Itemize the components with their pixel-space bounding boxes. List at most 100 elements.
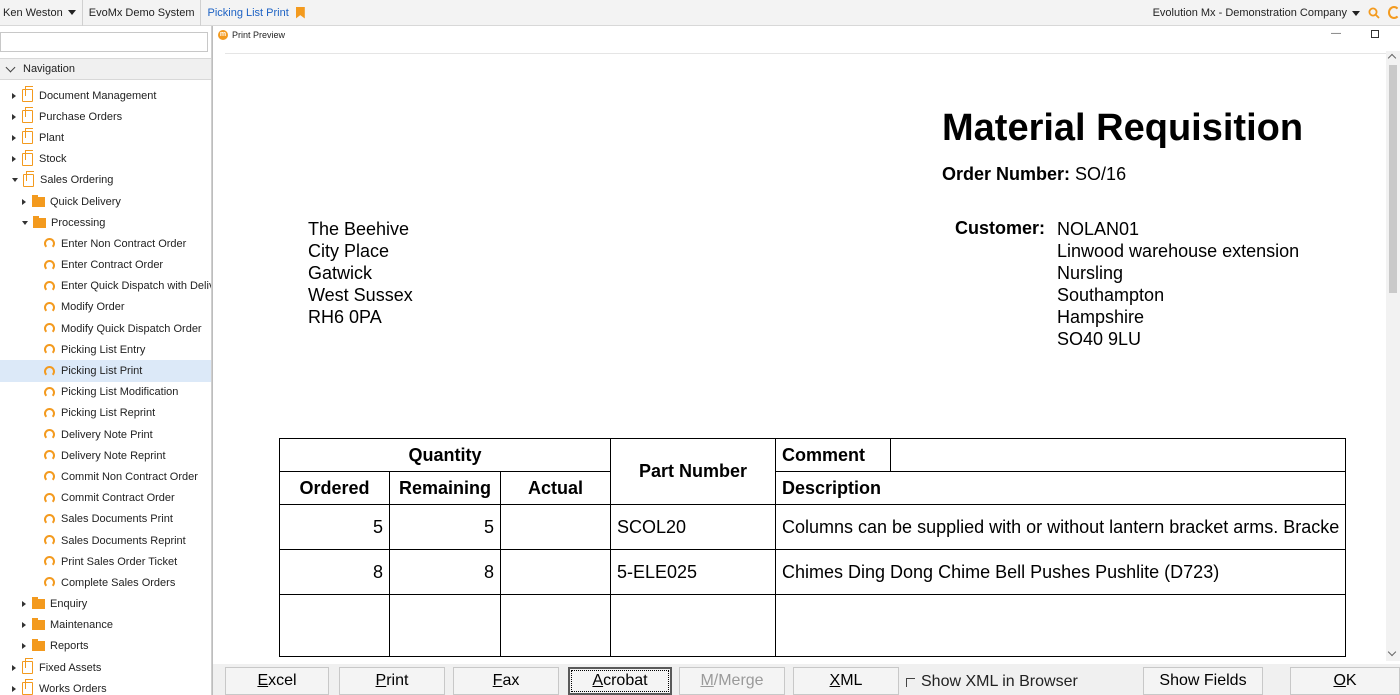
user-menu[interactable]: Ken Weston <box>0 0 83 26</box>
customer-line: NOLAN01 <box>1057 219 1140 239</box>
empty-cell <box>389 594 501 657</box>
collapse-arrow-icon[interactable] <box>12 178 18 183</box>
expand-arrow-icon[interactable] <box>12 156 16 163</box>
mail-merge-button[interactable]: M/Merge <box>679 667 785 695</box>
ok-button[interactable]: OK <box>1290 667 1400 695</box>
order-number: Order Number: SO/16 <box>942 164 1126 185</box>
maximize-button[interactable] <box>1371 30 1379 38</box>
acrobat-shortcut: A <box>592 672 604 689</box>
fax-label: ax <box>502 672 520 689</box>
company-name: Evolution Mx - Demonstration Company <box>1152 7 1347 19</box>
table-row: 5 5 SCOL20 Columns can be supplied with … <box>279 504 1347 550</box>
scroll-down-icon[interactable] <box>1387 647 1397 657</box>
nav-item[interactable]: Stock <box>0 149 211 170</box>
nav-item[interactable]: Enter Quick Dispatch with Deliv... <box>0 276 212 297</box>
top-bar: Ken Weston EvoMx Demo System Picking Lis… <box>0 0 1400 26</box>
expand-arrow-icon[interactable] <box>12 113 16 120</box>
print-preview-window: m Print Preview — Material Requisition O… <box>212 26 1400 695</box>
nav-item[interactable]: Plant <box>0 127 211 148</box>
expand-arrow-icon[interactable] <box>22 622 26 629</box>
table-row <box>279 594 1347 657</box>
address-line: The Beehive <box>308 219 410 239</box>
nav-item[interactable]: Sales Ordering <box>0 170 211 191</box>
remaining-cell: 8 <box>389 549 501 595</box>
nav-item[interactable]: Works Orders <box>0 678 211 695</box>
nav-item[interactable]: Complete Sales Orders <box>0 572 211 593</box>
expand-arrow-icon[interactable] <box>22 643 26 650</box>
expand-arrow-icon[interactable] <box>12 92 16 99</box>
bookmark-icon[interactable] <box>295 6 305 19</box>
nav-item[interactable]: Enter Non Contract Order <box>0 233 211 254</box>
nav-item-label: Maintenance <box>50 619 113 632</box>
nav-item[interactable]: Purchase Orders <box>0 106 211 127</box>
nav-item[interactable]: Commit Non Contract Order <box>0 466 211 487</box>
show-xml-checkbox[interactable]: Show XML in Browser <box>906 673 1078 691</box>
ordered-cell: 5 <box>279 504 390 550</box>
part-number-header: Part Number <box>610 438 776 505</box>
nav-item[interactable]: Document Management <box>0 85 211 106</box>
nav-item[interactable]: Reports <box>0 636 211 657</box>
print-button[interactable]: Print <box>339 667 445 695</box>
system-name[interactable]: EvoMx Demo System <box>83 0 202 26</box>
folder-icon <box>32 639 45 652</box>
vertical-scrollbar[interactable] <box>1386 51 1400 661</box>
nav-item[interactable]: Modify Order <box>0 297 211 318</box>
nav-search-input[interactable] <box>0 32 208 52</box>
nav-item[interactable]: Delivery Note Print <box>0 424 211 445</box>
customer-line: Hampshire <box>1057 307 1145 327</box>
task-icon <box>44 344 55 356</box>
nav-item-label: Delivery Note Reprint <box>61 449 166 462</box>
collapse-arrow-icon[interactable] <box>22 220 28 225</box>
nav-item[interactable]: Commit Contract Order <box>0 488 211 509</box>
nav-item[interactable]: Processing <box>0 212 211 233</box>
navigation-header[interactable]: Navigation <box>0 58 211 80</box>
search-icon[interactable] <box>1368 7 1380 19</box>
nav-item[interactable]: Delivery Note Reprint <box>0 445 211 466</box>
excel-button[interactable]: Excel <box>225 667 329 695</box>
help-icon[interactable] <box>1388 6 1400 19</box>
nav-item[interactable]: Sales Documents Reprint <box>0 530 211 551</box>
document-icon <box>22 86 33 103</box>
scroll-thumb[interactable] <box>1389 65 1397 293</box>
nav-item-label: Quick Delivery <box>50 195 121 208</box>
mail-merge-shortcut: M <box>700 672 714 689</box>
company-address: The Beehive City Place Gatwick West Suss… <box>308 218 413 328</box>
nav-item[interactable]: Print Sales Order Ticket <box>0 551 211 572</box>
fax-button[interactable]: Fax <box>453 667 559 695</box>
expand-arrow-icon[interactable] <box>12 134 16 141</box>
nav-item[interactable]: Enter Contract Order <box>0 255 211 276</box>
expand-arrow-icon[interactable] <box>12 685 16 692</box>
nav-item[interactable]: Maintenance <box>0 615 211 636</box>
xml-button[interactable]: X ML <box>793 667 899 695</box>
navigation-pane: Navigation Document Management Purchase O… <box>0 26 212 695</box>
nav-item[interactable]: Picking List Reprint <box>0 403 211 424</box>
tab-picking-list-print[interactable]: Picking List Print <box>201 0 310 26</box>
nav-item-label: Stock <box>39 153 67 166</box>
customer-address: NOLAN01 Linwood warehouse extension Nurs… <box>1057 218 1299 350</box>
minimize-button[interactable]: — <box>1331 28 1341 39</box>
nav-item[interactable]: Sales Documents Print <box>0 509 211 530</box>
fax-shortcut: F <box>492 672 503 689</box>
nav-item[interactable]: Picking List Modification <box>0 382 211 403</box>
nav-item[interactable]: Quick Delivery <box>0 191 211 212</box>
nav-item[interactable]: Enquiry <box>0 594 211 615</box>
nav-item[interactable]: Picking List Entry <box>0 339 211 360</box>
nav-item[interactable]: Modify Quick Dispatch Order <box>0 318 211 339</box>
acrobat-label: crobat <box>603 672 648 689</box>
expand-arrow-icon[interactable] <box>22 198 26 205</box>
expand-arrow-icon[interactable] <box>12 664 16 671</box>
checkbox-icon[interactable] <box>906 677 915 687</box>
expand-arrow-icon[interactable] <box>22 601 26 608</box>
scroll-up-icon[interactable] <box>1387 53 1397 63</box>
customer-line: Linwood warehouse extension <box>1057 241 1300 261</box>
xml-label: ML <box>840 672 863 689</box>
nav-item-label: Delivery Note Print <box>61 428 153 441</box>
navigation-title: Navigation <box>23 63 75 75</box>
nav-item[interactable]: Fixed Assets <box>0 657 211 678</box>
company-selector[interactable]: Evolution Mx - Demonstration Company <box>1153 0 1360 26</box>
show-fields-button[interactable]: Show Fields <box>1143 667 1263 695</box>
address-line: Gatwick <box>308 263 373 283</box>
nav-item-label: Enter Quick Dispatch with Deliv... <box>61 280 212 293</box>
nav-item[interactable]: Picking List Print <box>0 360 211 382</box>
acrobat-button[interactable]: Acrobat <box>568 667 672 695</box>
